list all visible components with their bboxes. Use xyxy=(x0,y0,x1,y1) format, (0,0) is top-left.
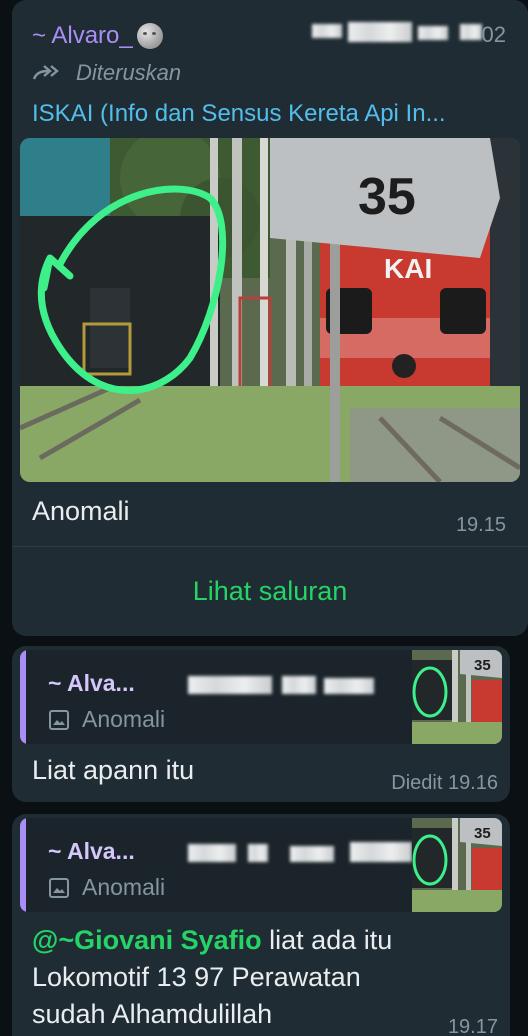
quoted-photo-caption: Anomali xyxy=(82,874,166,900)
quoted-message[interactable]: ~ Alva... Anomali 35 xyxy=(20,818,502,912)
forwarded-indicator: Diteruskan xyxy=(32,60,181,86)
kai-logo: KAI xyxy=(384,253,432,284)
channel-name-link[interactable]: ISKAI (Info dan Sensus Kereta Api In... xyxy=(32,100,446,128)
quoted-sender: ~ Alva... xyxy=(48,838,135,864)
message-time: Diedit 19.16 xyxy=(391,772,498,794)
forwarded-label: Diteruskan xyxy=(76,60,182,85)
redacted-phone-blur xyxy=(350,842,412,862)
message-text-line1: liat ada itu xyxy=(261,925,393,955)
quoted-photo-label: Anomali xyxy=(48,706,165,733)
redacted-phone-blur xyxy=(418,26,448,40)
sender-phone-tail: 02 xyxy=(481,22,506,47)
quoted-photo-thumbnail: 35 xyxy=(412,818,502,912)
quoted-photo-label: Anomali xyxy=(48,874,165,901)
moon-face-emoji-icon xyxy=(136,23,163,49)
view-channel-button[interactable]: Lihat saluran xyxy=(12,576,528,607)
redacted-phone-blur xyxy=(324,678,374,694)
message-text: Liat apann itu xyxy=(32,755,195,785)
image-icon xyxy=(49,709,69,730)
redacted-phone-blur xyxy=(460,24,482,40)
quoted-message[interactable]: ~ Alva... Anomali 35 xyxy=(20,650,502,744)
thumb-sign-number: 35 xyxy=(474,657,491,674)
message-text-line3: sudah Alhamdulillah xyxy=(32,999,273,1029)
image-icon xyxy=(49,877,69,898)
redacted-phone-blur xyxy=(188,844,236,862)
redacted-phone-blur xyxy=(282,676,316,694)
user-mention-link[interactable]: @~Giovani Syafio xyxy=(32,925,262,955)
quoted-photo-thumbnail: 35 xyxy=(412,650,502,744)
forwarded-message-bubble[interactable]: ~ Alvaro_ 02 Diteruskan ISKAI (Info dan … xyxy=(12,0,528,636)
quote-accent-bar xyxy=(20,650,26,744)
quote-accent-bar xyxy=(20,818,26,912)
thumb-sign-number: 35 xyxy=(474,825,491,842)
redacted-phone-blur xyxy=(312,24,342,38)
sender-name[interactable]: ~ Alvaro_ xyxy=(32,22,163,50)
redacted-phone-blur xyxy=(188,676,272,694)
sender-name-text[interactable]: ~ Alvaro_ xyxy=(32,22,133,50)
quoted-photo-caption: Anomali xyxy=(82,706,166,732)
photo-caption: Anomali xyxy=(32,496,130,526)
message-time: 19.17 xyxy=(447,1016,498,1036)
sign-number-35: 35 xyxy=(358,168,416,226)
photo-attachment[interactable]: KAI 35 xyxy=(20,138,520,482)
reply-message-bubble[interactable]: ~ Alva... Anomali 35 @~Giovani Syafio li… xyxy=(12,814,510,1036)
redacted-phone-blur xyxy=(248,844,268,862)
reply-message-bubble[interactable]: ~ Alva... Anomali 35 Liat apann itu Died… xyxy=(12,646,510,802)
message-text-line2: Lokomotif 13 97 Perawatan xyxy=(32,962,361,992)
forwarded-arrow-icon xyxy=(32,65,59,80)
redacted-phone-blur xyxy=(348,22,412,42)
message-text: @~Giovani Syafio liat ada itu Lokomotif … xyxy=(32,922,392,1033)
locomotive-photo: KAI 35 xyxy=(20,138,520,482)
quoted-sender: ~ Alva... xyxy=(48,670,135,696)
divider xyxy=(12,546,528,547)
message-time: 19.15 xyxy=(455,514,506,536)
redacted-phone-blur xyxy=(290,846,334,862)
